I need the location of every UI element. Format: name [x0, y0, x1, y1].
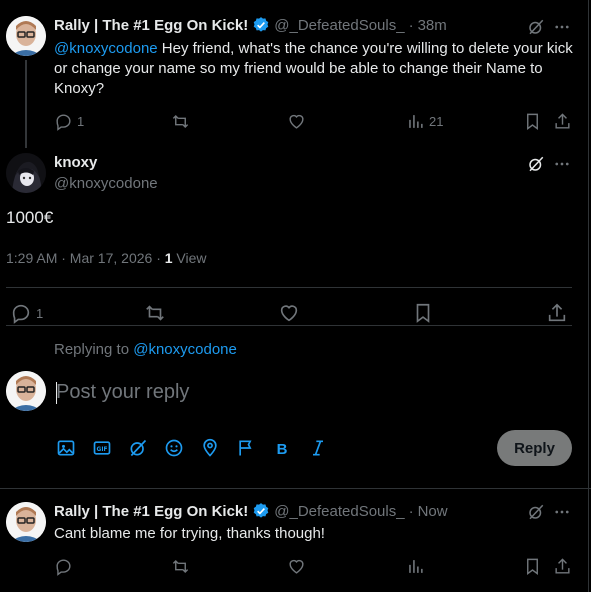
divider [6, 287, 572, 288]
share-icon[interactable] [553, 557, 572, 576]
reply-input[interactable] [56, 378, 556, 406]
gif-icon[interactable]: GIF [92, 438, 112, 458]
avatar[interactable] [6, 153, 46, 193]
post-time[interactable]: 38m [418, 17, 447, 34]
emoji-icon[interactable] [164, 438, 184, 458]
view-count: 21 [429, 114, 444, 129]
repost-button[interactable] [171, 112, 190, 131]
replying-to-handle[interactable]: @knoxycodone [133, 341, 237, 358]
more-options-icon[interactable] [553, 18, 571, 36]
verified-badge-icon [252, 502, 270, 520]
divider [6, 325, 572, 326]
italic-icon[interactable] [308, 438, 328, 458]
display-name[interactable]: Rally | The #1 Egg On Kick! [54, 17, 248, 34]
flag-icon[interactable] [236, 438, 256, 458]
location-icon[interactable] [200, 438, 220, 458]
timestamp-text[interactable]: 1:29 AM · Mar 17, 2026 · [6, 250, 165, 266]
grok-icon[interactable] [527, 155, 545, 173]
reply-submit-button[interactable]: Reply [497, 430, 572, 466]
bookmark-icon[interactable] [523, 557, 542, 576]
bold-icon[interactable]: B [272, 438, 292, 458]
replying-to: Replying to @knoxycodone [54, 341, 237, 358]
post-time[interactable]: Now [418, 503, 448, 520]
avatar[interactable] [6, 16, 46, 56]
grok-icon[interactable] [128, 438, 148, 458]
avatar-face-icon [6, 371, 46, 411]
handle[interactable]: @_DefeatedSouls_ [274, 503, 404, 520]
thread-connector-line [25, 60, 27, 148]
reply-button-label: Reply [514, 439, 555, 457]
dot-separator: · [408, 502, 414, 520]
grok-icon[interactable] [527, 18, 545, 36]
replying-to-label: Replying to [54, 341, 134, 358]
post-timestamp: 1:29 AM · Mar 17, 2026 · 1 View [6, 250, 207, 266]
view-count: 1 [164, 250, 173, 266]
mention-link[interactable]: @knoxycodone [54, 40, 158, 57]
avatar[interactable] [6, 371, 46, 411]
heart-icon [287, 112, 306, 131]
image-icon[interactable] [56, 438, 76, 458]
view-label: View [172, 250, 207, 266]
tweet-text: Cant blame me for trying, thanks though! [54, 525, 325, 542]
avatar-anime-icon [6, 153, 46, 193]
analytics-icon[interactable] [406, 557, 425, 576]
bookmark-icon[interactable] [412, 302, 434, 324]
handle[interactable]: @knoxycodone [54, 175, 158, 192]
reply-button[interactable]: 1 [10, 302, 43, 324]
tweet-text: 1000€ [6, 208, 54, 227]
composer-toolbar: GIF B [56, 438, 328, 458]
dot-separator: · [408, 16, 414, 34]
analytics-icon [406, 112, 425, 131]
grok-icon[interactable] [527, 503, 545, 521]
views-button[interactable]: 21 [406, 112, 443, 131]
divider [0, 488, 591, 489]
more-options-icon[interactable] [553, 155, 571, 173]
reply-icon [54, 112, 73, 131]
avatar[interactable] [6, 502, 46, 542]
reply-count: 1 [36, 305, 44, 321]
share-icon[interactable] [553, 112, 572, 131]
verified-badge-icon [252, 16, 270, 34]
handle[interactable]: @_DefeatedSouls_ [274, 17, 404, 34]
more-options-icon[interactable] [553, 503, 571, 521]
column-border [588, 0, 589, 592]
heart-icon[interactable] [278, 302, 300, 324]
reply-icon [10, 302, 32, 324]
svg-text:B: B [277, 441, 288, 458]
repost-icon [171, 112, 190, 131]
like-button[interactable] [287, 112, 306, 131]
display-name[interactable]: knoxy [54, 154, 97, 171]
svg-text:GIF: GIF [97, 447, 108, 453]
avatar-face-icon [6, 16, 46, 56]
bookmark-icon[interactable] [523, 112, 542, 131]
share-icon[interactable] [546, 302, 568, 324]
tweet-1[interactable]: Rally | The #1 Egg On Kick! @_DefeatedSo… [0, 0, 591, 148]
repost-icon[interactable] [171, 557, 190, 576]
heart-icon[interactable] [287, 557, 306, 576]
reply-button[interactable]: 1 [54, 112, 84, 131]
repost-icon[interactable] [144, 302, 166, 324]
reply-count: 1 [77, 114, 85, 129]
avatar-face-icon [6, 502, 46, 542]
display-name[interactable]: Rally | The #1 Egg On Kick! [54, 503, 248, 520]
reply-icon[interactable] [54, 557, 73, 576]
tweet-text: @knoxycodone Hey friend, what's the chan… [54, 39, 574, 99]
